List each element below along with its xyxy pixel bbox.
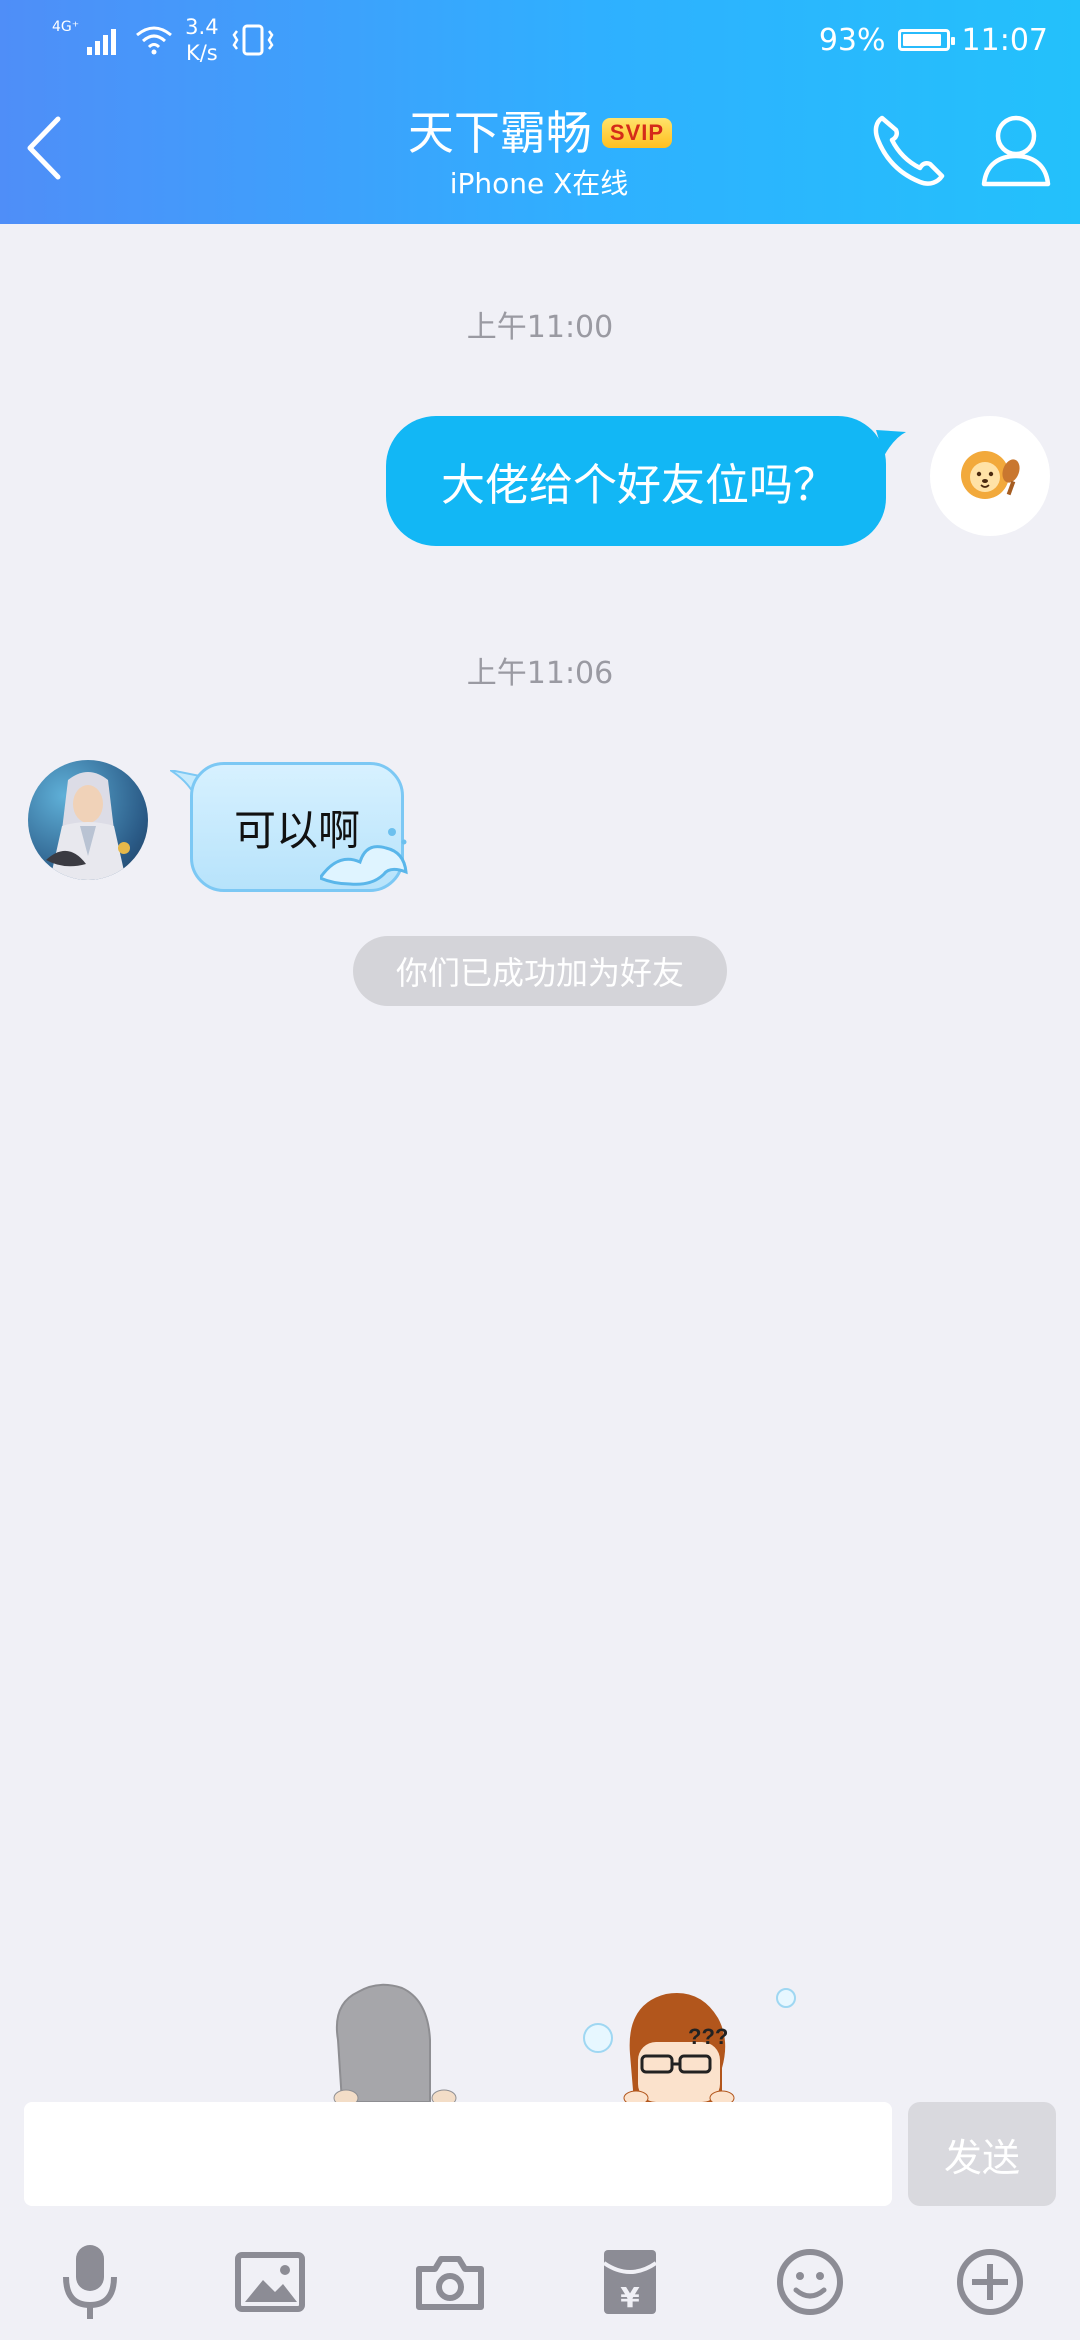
boy-character-sticker-icon: ??? xyxy=(583,1988,796,2102)
chat-header: 4G⁺ 3.4 K/s 93% 11:07 天下霸畅 SVIP iPhone X… xyxy=(0,0,1080,224)
profile-button[interactable] xyxy=(974,108,1058,192)
vibrate-icon xyxy=(232,24,274,56)
svg-text:???: ??? xyxy=(688,2024,728,2049)
svip-badge: SVIP xyxy=(601,118,673,148)
svg-text:¥: ¥ xyxy=(620,2281,640,2314)
clock: 11:07 xyxy=(961,22,1048,58)
online-status-text: iPhone X在线 xyxy=(449,167,629,200)
message-timestamp: 上午11:06 xyxy=(466,656,614,691)
wifi-icon xyxy=(136,26,173,55)
lion-avatar-icon xyxy=(961,451,1020,499)
status-right: 93% 11:07 xyxy=(819,10,1048,70)
contact-avatar[interactable] xyxy=(28,760,148,880)
profile-icon xyxy=(981,115,1051,187)
warrior-avatar-icon xyxy=(46,772,130,880)
speed-value: 3.4 xyxy=(185,15,219,39)
call-button[interactable] xyxy=(868,110,948,190)
battery-percent: 93% xyxy=(818,22,886,58)
emoji-icon xyxy=(777,2249,843,2315)
bubble-tail xyxy=(876,430,906,456)
photo-button[interactable] xyxy=(220,2232,320,2332)
image-icon xyxy=(235,2252,305,2312)
status-left: 4G⁺ 3.4 K/s xyxy=(52,10,275,70)
outgoing-message-bubble[interactable]: 大佬给个好友位吗？ xyxy=(386,416,886,546)
plus-icon xyxy=(957,2249,1023,2315)
battery-icon xyxy=(897,29,955,51)
emoji-button[interactable] xyxy=(760,2232,860,2332)
network-type: 4G⁺ xyxy=(52,19,80,35)
status-bar: 4G⁺ 3.4 K/s 93% 11:07 xyxy=(0,0,1080,72)
send-button[interactable]: 发送 xyxy=(908,2102,1056,2206)
red-packet-button[interactable]: ¥ xyxy=(580,2232,680,2332)
outgoing-message-text: 大佬给个好友位吗？ xyxy=(441,460,837,511)
message-input[interactable] xyxy=(24,2102,892,2206)
battery-fill xyxy=(902,34,942,46)
system-notice-text: 你们已成功加为好友 xyxy=(395,954,684,992)
grey-character-sticker-icon xyxy=(333,1983,457,2102)
red-packet-icon: ¥ xyxy=(602,2250,658,2314)
phone-icon xyxy=(873,115,945,186)
camera-icon xyxy=(416,2256,484,2310)
wave-decoration-icon xyxy=(320,828,408,886)
chat-title: 天下霸畅 xyxy=(407,106,592,160)
system-notice: 你们已成功加为好友 xyxy=(353,936,727,1006)
speed-unit: K/s xyxy=(185,41,218,65)
input-toolbar: ¥ xyxy=(0,2232,1080,2332)
signal-icon xyxy=(87,29,117,55)
more-button[interactable] xyxy=(940,2232,1040,2332)
voice-button[interactable] xyxy=(40,2232,140,2332)
network-speed: 3.4 K/s xyxy=(185,14,218,66)
send-button-label: 发送 xyxy=(943,2135,1020,2180)
message-timestamp: 上午11:00 xyxy=(466,310,614,345)
my-avatar[interactable] xyxy=(930,416,1050,536)
camera-button[interactable] xyxy=(400,2232,500,2332)
microphone-icon xyxy=(63,2245,117,2319)
